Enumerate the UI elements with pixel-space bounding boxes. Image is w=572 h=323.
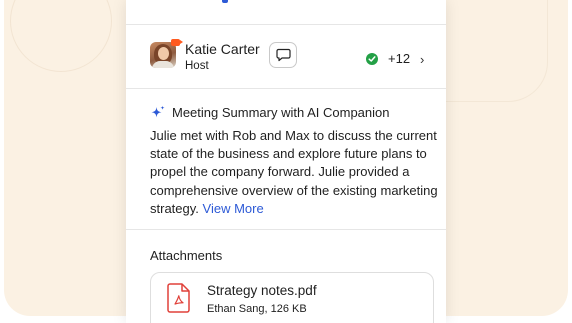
host-row: Katie Carter Host +12 › [126,24,446,89]
participant-count[interactable]: +12 [388,51,410,66]
previous-section-edge [126,0,446,25]
summary-title: Meeting Summary with AI Companion [172,105,390,120]
summary-text: Julie met with Rob and Max to discuss th… [150,127,438,218]
view-more-link[interactable]: View More [203,201,264,216]
video-camera-icon [171,39,183,46]
attachment-file-name: Strategy notes.pdf [207,283,317,298]
attachment-meta: Ethan Sang, 126 KB [207,303,307,315]
chat-button[interactable] [269,42,297,68]
ai-summary-section: Meeting Summary with AI Companion Julie … [126,89,446,230]
check-circle-icon [366,53,378,65]
pdf-file-icon [167,283,190,313]
decorative-shape [10,0,112,72]
meeting-details-panel: Katie Carter Host +12 › Meeting Summary … [126,0,446,323]
chevron-right-icon[interactable]: › [420,52,424,67]
ai-sparkle-icon [151,105,165,118]
attachment-item[interactable]: Strategy notes.pdf Ethan Sang, 126 KB [150,272,434,323]
attachments-heading: Attachments [150,248,223,263]
host-name: Katie Carter [185,41,260,57]
chat-bubble-icon [276,48,291,62]
cut-off-link [222,0,228,3]
summary-body: Julie met with Rob and Max to discuss th… [150,128,438,216]
host-role: Host [185,60,209,72]
